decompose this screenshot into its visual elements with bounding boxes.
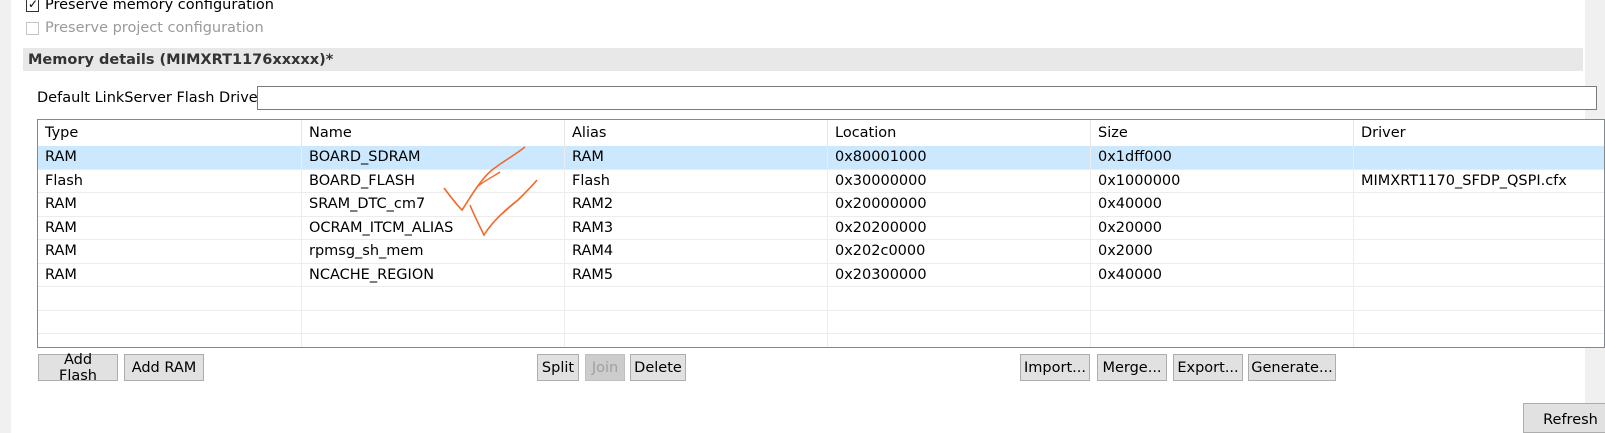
table-header: Type Name Alias Location Size Driver <box>38 120 1604 146</box>
table-row[interactable]: RAM rpmsg_sh_mem RAM4 0x202c0000 0x2000 <box>38 240 1604 264</box>
default-driver-label: Default LinkServer Flash Driver <box>37 90 264 106</box>
cell-location[interactable]: 0x20200000 <box>828 216 1091 239</box>
cell-driver[interactable] <box>1354 240 1604 263</box>
empty-table-row <box>38 287 1604 311</box>
preserve-project-checkbox <box>26 21 39 35</box>
import-button[interactable]: Import... <box>1020 354 1090 381</box>
empty-cell <box>828 334 1091 347</box>
cell-driver[interactable] <box>1354 193 1604 216</box>
empty-cell <box>38 287 302 310</box>
cell-alias[interactable]: RAM3 <box>565 216 828 239</box>
column-header-driver[interactable]: Driver <box>1354 120 1604 146</box>
cell-size[interactable]: 0x40000 <box>1091 263 1354 286</box>
preserve-project-label: Preserve project configuration <box>45 20 264 36</box>
table-row[interactable]: RAM BOARD_SDRAM RAM 0x80001000 0x1dff000 <box>38 146 1604 170</box>
cell-location[interactable]: 0x20300000 <box>828 263 1091 286</box>
empty-cell <box>1091 287 1354 310</box>
cell-size[interactable]: 0x1000000 <box>1091 169 1354 192</box>
empty-cell <box>1354 311 1604 334</box>
cell-alias[interactable]: RAM <box>565 146 828 169</box>
cell-alias[interactable]: RAM2 <box>565 193 828 216</box>
cell-alias[interactable]: RAM4 <box>565 240 828 263</box>
empty-cell <box>1091 310 1354 333</box>
column-header-location[interactable]: Location <box>828 120 1091 146</box>
cell-name[interactable]: BOARD_FLASH <box>302 169 565 192</box>
split-button[interactable]: Split <box>537 354 579 381</box>
cell-name[interactable]: SRAM_DTC_cm7 <box>302 193 565 216</box>
empty-cell <box>828 310 1091 333</box>
cell-driver[interactable]: MIMXRT1170_SFDP_QSPI.cfx <box>1354 170 1604 193</box>
cell-name[interactable]: NCACHE_REGION <box>302 263 565 286</box>
cell-type[interactable]: RAM <box>38 240 302 263</box>
memory-table[interactable]: Type Name Alias Location Size Driver RAM… <box>37 119 1605 348</box>
table-row[interactable]: RAM NCACHE_REGION RAM5 0x20300000 0x4000… <box>38 263 1604 287</box>
empty-cell <box>1354 287 1604 310</box>
table-row[interactable]: RAM SRAM_DTC_cm7 RAM2 0x20000000 0x40000 <box>38 193 1604 217</box>
empty-cell <box>828 287 1091 310</box>
empty-cell <box>1091 334 1354 347</box>
empty-cell <box>565 287 828 310</box>
table-row[interactable]: RAM OCRAM_ITCM_ALIAS RAM3 0x20200000 0x2… <box>38 216 1604 240</box>
empty-cell <box>302 287 565 310</box>
cell-location[interactable]: 0x202c0000 <box>828 240 1091 263</box>
delete-button[interactable]: Delete <box>630 354 686 381</box>
cell-alias[interactable]: Flash <box>565 169 828 192</box>
preserve-project-option: Preserve project configuration <box>26 18 264 38</box>
table-row[interactable]: Flash BOARD_FLASH Flash 0x30000000 0x100… <box>38 169 1604 193</box>
merge-button[interactable]: Merge... <box>1097 354 1167 381</box>
column-header-size[interactable]: Size <box>1091 120 1354 146</box>
cell-driver[interactable] <box>1354 146 1604 169</box>
cell-type[interactable]: RAM <box>38 263 302 286</box>
cell-name[interactable]: OCRAM_ITCM_ALIAS <box>302 216 565 239</box>
memory-details-header: Memory details (MIMXRT1176xxxxx)* <box>23 48 1583 71</box>
checkmark-icon: ✓ <box>28 0 39 11</box>
empty-cell <box>38 310 302 333</box>
cell-location[interactable]: 0x30000000 <box>828 169 1091 192</box>
cell-size[interactable]: 0x2000 <box>1091 240 1354 263</box>
cell-location[interactable]: 0x80001000 <box>828 146 1091 169</box>
cell-location[interactable]: 0x20000000 <box>828 193 1091 216</box>
add-ram-button[interactable]: Add RAM <box>124 354 204 381</box>
preserve-memory-label: Preserve memory configuration <box>45 0 274 13</box>
join-button[interactable]: Join <box>585 354 625 381</box>
default-driver-field[interactable] <box>257 86 1597 110</box>
column-header-alias[interactable]: Alias <box>565 120 828 146</box>
empty-table-row <box>38 310 1604 334</box>
cell-type[interactable]: Flash <box>38 169 302 192</box>
empty-cell <box>302 310 565 333</box>
empty-cell <box>565 310 828 333</box>
cell-driver[interactable] <box>1354 217 1604 240</box>
cell-name[interactable]: rpmsg_sh_mem <box>302 240 565 263</box>
memory-details-title: Memory details (MIMXRT1176xxxxx)* <box>28 51 334 68</box>
cell-alias[interactable]: RAM5 <box>565 263 828 286</box>
empty-table-row <box>38 334 1604 347</box>
add-flash-button[interactable]: Add Flash <box>38 352 118 384</box>
cell-type[interactable]: RAM <box>38 193 302 216</box>
refresh-button[interactable]: Refresh <box>1523 403 1605 433</box>
generate-button[interactable]: Generate... <box>1248 354 1336 381</box>
column-header-name[interactable]: Name <box>302 120 565 146</box>
empty-cell <box>565 334 828 347</box>
left-panel-edge <box>0 0 11 433</box>
cell-size[interactable]: 0x1dff000 <box>1091 146 1354 169</box>
preserve-memory-option[interactable]: ✓ Preserve memory configuration <box>26 0 274 15</box>
empty-cell <box>1354 334 1604 347</box>
cell-size[interactable]: 0x20000 <box>1091 216 1354 239</box>
cell-type[interactable]: RAM <box>38 216 302 239</box>
empty-cell <box>38 334 302 347</box>
cell-type[interactable]: RAM <box>38 146 302 169</box>
column-header-type[interactable]: Type <box>38 120 302 146</box>
cell-size[interactable]: 0x40000 <box>1091 193 1354 216</box>
export-button[interactable]: Export... <box>1173 354 1243 381</box>
cell-driver[interactable] <box>1354 264 1604 287</box>
empty-cell <box>302 334 565 347</box>
cell-name[interactable]: BOARD_SDRAM <box>302 146 565 169</box>
preserve-memory-checkbox[interactable]: ✓ <box>26 0 39 12</box>
